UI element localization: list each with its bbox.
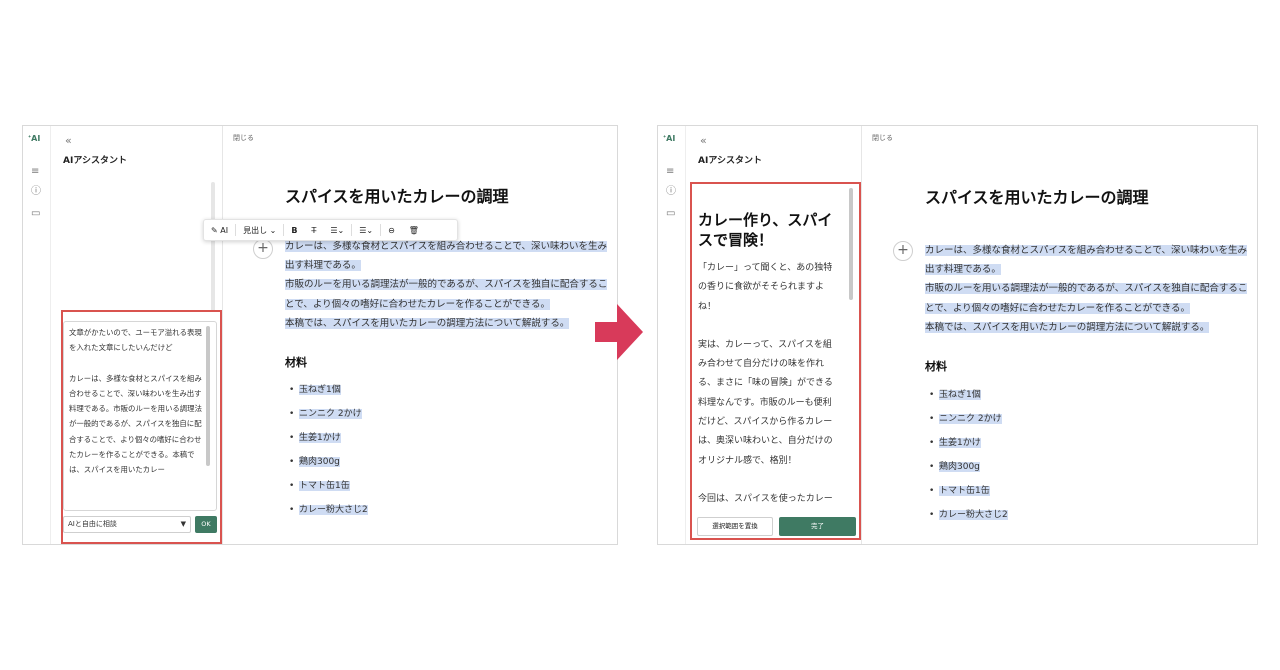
list-item: 生姜1かけ bbox=[929, 431, 1008, 455]
list-item: 鶏肉300g bbox=[929, 455, 1008, 479]
screenshot-after: ᐩAI ≡ ⓘ ▭ « AIアシスタント カレー作り、スパイスで冒険！ 「カレー… bbox=[657, 125, 1258, 545]
format-toolbar: ✎ AI 見出し ⌄ B T̶ ☰⌄ ☰⌄ ⊖ 🗑 bbox=[203, 219, 458, 241]
quoted-text: カレーは、多様な食材とスパイスを組み合わせることで、深い味わいを生み出す料理であ… bbox=[69, 373, 202, 475]
collapse-icon[interactable]: « bbox=[65, 134, 72, 147]
paragraph-3: 本稿では、スパイスを用いたカレーの調理方法について解説する。 bbox=[285, 317, 570, 329]
mode-select[interactable]: AIと自由に相談 ▼ bbox=[63, 516, 191, 533]
generated-title: カレー作り、スパイスで冒険！ bbox=[698, 211, 833, 249]
list-icon[interactable]: ≡ bbox=[31, 166, 39, 178]
done-button[interactable]: 完了 bbox=[779, 517, 856, 536]
doc-paragraphs[interactable]: カレーは、多様な食材とスパイスを組み合わせることで、深い味わいを生み出す料理であ… bbox=[285, 237, 615, 333]
bold-button[interactable]: B bbox=[284, 226, 304, 235]
panel-title: AIアシスタント bbox=[63, 156, 127, 166]
paragraph-1: カレーは、多様な食材とスパイスを組み合わせることで、深い味わいを生み出す料理であ… bbox=[925, 245, 1248, 276]
help-icon[interactable]: ⓘ bbox=[31, 186, 41, 198]
ingredient-list: 玉ねぎ1個 ニンニク 2かけ 生姜1かけ 鶏肉300g トマト缶1缶 カレー粉大… bbox=[289, 378, 368, 522]
close-link[interactable]: 閉じる bbox=[872, 133, 893, 143]
doc-paragraphs[interactable]: カレーは、多様な食材とスパイスを組み合わせることで、深い味わいを生み出す料理であ… bbox=[925, 241, 1255, 337]
ai-sparkle-icon[interactable]: ᐩAI bbox=[663, 134, 675, 143]
ai-sparkle-icon[interactable]: ᐩAI bbox=[28, 134, 40, 143]
generated-paragraph: 実は、カレーって、スパイスを組み合わせて自分だけの味を作れる、まさに「味の冒険」… bbox=[698, 339, 833, 466]
list-item: ニンニク 2かけ bbox=[289, 402, 368, 426]
list-icon[interactable]: ≡ bbox=[666, 166, 674, 178]
ingredient-list: 玉ねぎ1個 ニンニク 2かけ 生姜1かけ 鶏肉300g トマト缶1缶 カレー粉大… bbox=[929, 383, 1008, 527]
list-item: トマト缶1缶 bbox=[289, 474, 368, 498]
close-link[interactable]: 閉じる bbox=[233, 133, 254, 143]
chat-scrollbar[interactable] bbox=[206, 326, 210, 466]
editor: 閉じる スパイスを用いたカレーの調理 + カレーは、多様な食材とスパイスを組み合… bbox=[223, 126, 617, 544]
paragraph-1: カレーは、多様な食材とスパイスを組み合わせることで、深い味わいを生み出す料理であ… bbox=[285, 241, 608, 272]
user-prompt: 文章がかたいので、ユーモア溢れる表現を入れた文章にしたいんだけど bbox=[69, 328, 202, 353]
help-icon[interactable]: ⓘ bbox=[666, 186, 676, 198]
paragraph-2: 市販のルーを用いる調理法が一般的であるが、スパイスを独自に配合することで、より個… bbox=[285, 279, 608, 310]
list-item: 玉ねぎ1個 bbox=[929, 383, 1008, 407]
generated-content[interactable]: カレー作り、スパイスで冒険！ 「カレー」って聞くと、あの独特の香りに食欲がそそら… bbox=[698, 188, 851, 510]
panel-title: AIアシスタント bbox=[698, 156, 762, 166]
link-icon[interactable]: ⊖ bbox=[381, 226, 402, 235]
keyboard-icon[interactable]: ▭ bbox=[31, 208, 40, 220]
ai-wand-button[interactable]: ✎ AI bbox=[204, 226, 235, 235]
ok-button[interactable]: OK bbox=[195, 516, 217, 533]
icon-rail: ᐩAI ≡ ⓘ ▭ bbox=[658, 126, 686, 544]
doc-title: スパイスを用いたカレーの調理 bbox=[925, 188, 1149, 207]
list-item: 生姜1かけ bbox=[289, 426, 368, 450]
list-item: ニンニク 2かけ bbox=[929, 407, 1008, 431]
panel-scrollbar[interactable] bbox=[211, 182, 215, 312]
caret-down-icon: ▼ bbox=[180, 520, 186, 528]
collapse-icon[interactable]: « bbox=[700, 134, 707, 147]
paragraph-2: 市販のルーを用いる調理法が一般的であるが、スパイスを独自に配合することで、より個… bbox=[925, 283, 1248, 314]
align-dropdown[interactable]: ☰⌄ bbox=[352, 226, 380, 235]
panel-scrollbar[interactable] bbox=[849, 188, 853, 300]
editor: 閉じる スパイスを用いたカレーの調理 + カレーは、多様な食材とスパイスを組み合… bbox=[862, 126, 1257, 544]
screenshot-before: ᐩAI ≡ ⓘ ▭ « AIアシスタント 文章がかたいので、ユーモア溢れる表現を… bbox=[22, 125, 618, 545]
list-item: 鶏肉300g bbox=[289, 450, 368, 474]
heading-dropdown[interactable]: 見出し ⌄ bbox=[236, 225, 283, 236]
section-heading: 材料 bbox=[285, 356, 307, 369]
doc-title: スパイスを用いたカレーの調理 bbox=[285, 187, 509, 206]
chat-history[interactable]: 文章がかたいので、ユーモア溢れる表現を入れた文章にしたいんだけど カレーは、多様… bbox=[63, 321, 217, 511]
keyboard-icon[interactable]: ▭ bbox=[666, 208, 675, 220]
add-block-icon[interactable]: + bbox=[253, 239, 273, 259]
section-heading: 材料 bbox=[925, 360, 947, 373]
list-item: カレー粉大さじ2 bbox=[929, 503, 1008, 527]
generated-paragraph: 「カレー」って聞くと、あの独特の香りに食欲がそそられますよね！ bbox=[698, 263, 833, 312]
list-item: トマト缶1缶 bbox=[929, 479, 1008, 503]
replace-selection-button[interactable]: 選択範囲を置換 bbox=[697, 517, 773, 536]
chat-messages: 文章がかたいので、ユーモア溢れる表現を入れた文章にしたいんだけど カレーは、多様… bbox=[69, 325, 204, 478]
trash-icon[interactable]: 🗑 bbox=[402, 226, 426, 235]
add-block-icon[interactable]: + bbox=[893, 241, 913, 261]
list-dropdown[interactable]: ☰⌄ bbox=[323, 226, 351, 235]
list-item: 玉ねぎ1個 bbox=[289, 378, 368, 402]
icon-rail: ᐩAI ≡ ⓘ ▭ bbox=[23, 126, 51, 544]
arrow-right-icon bbox=[595, 304, 643, 360]
mode-select-value: AIと自由に相談 bbox=[68, 520, 117, 528]
list-item: カレー粉大さじ2 bbox=[289, 498, 368, 522]
paragraph-3: 本稿では、スパイスを用いたカレーの調理方法について解説する。 bbox=[925, 321, 1210, 333]
strikethrough-button[interactable]: T̶ bbox=[304, 226, 323, 235]
generated-paragraph: 今回は、スパイスを使ったカレー bbox=[698, 493, 833, 504]
